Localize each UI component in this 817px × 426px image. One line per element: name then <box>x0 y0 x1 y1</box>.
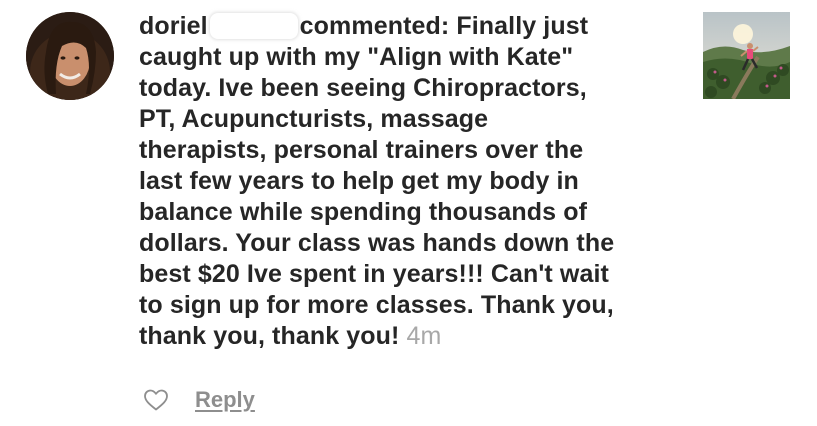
heart-outline-icon <box>144 389 168 411</box>
comment-line: dollars. Your class was hands down the <box>139 229 615 257</box>
comment-line: thank you, thank you! <box>139 322 400 350</box>
comment-line: balance while spending thousands of <box>139 198 587 226</box>
comment-line: PT, Acupuncturists, massage <box>139 105 489 133</box>
avatar-photo <box>26 12 114 100</box>
like-button[interactable] <box>142 386 170 414</box>
comment-line: to sign up for more classes. Thank you, <box>139 291 614 319</box>
username-redaction <box>209 13 298 39</box>
comment-action-text: commented: <box>299 12 450 40</box>
comment-line: today. Ive been seeing Chiropractors, <box>139 74 587 102</box>
comment-timestamp: 4m <box>406 322 442 350</box>
comment-line: best $20 Ive spent in years!!! Can't wai… <box>139 260 609 288</box>
post-thumbnail-image <box>703 12 790 99</box>
comment-line: therapists, personal trainers over the <box>139 136 584 164</box>
comment-line: Finally just <box>456 12 589 40</box>
post-thumbnail[interactable] <box>703 12 790 99</box>
comment-line: last few years to help get my body in <box>139 167 579 195</box>
reply-button[interactable]: Reply <box>195 387 255 413</box>
comment-line-last: thank you, thank you! 4m <box>139 321 699 352</box>
commenter-avatar[interactable] <box>26 12 114 100</box>
comment-line: caught up with my "Align with Kate" <box>139 43 574 71</box>
commenter-username[interactable]: doriel <box>139 12 208 40</box>
comment-text: doriel commented: Finally just caught up … <box>139 11 699 352</box>
comment-actions: Reply <box>142 384 255 416</box>
